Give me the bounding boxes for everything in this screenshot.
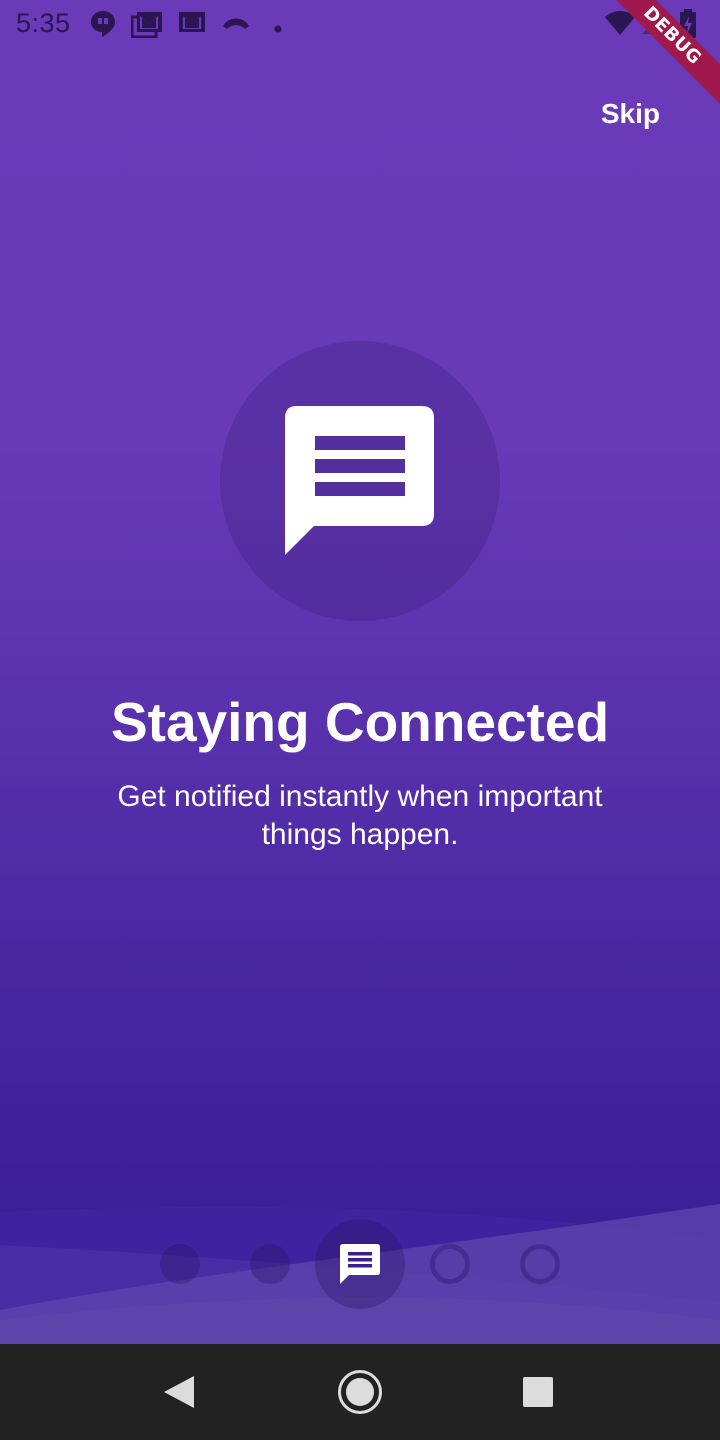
chat-message-icon	[340, 1244, 380, 1284]
skip-button[interactable]: Skip	[601, 98, 660, 130]
back-icon[interactable]	[162, 1374, 196, 1415]
page-title: Staying Connected	[110, 691, 610, 753]
page-dot-4[interactable]	[430, 1244, 470, 1284]
page-dot-1[interactable]	[160, 1244, 200, 1284]
gmail-stack-icon	[130, 10, 163, 43]
hangouts-icon	[90, 10, 116, 43]
system-nav-bar	[0, 1344, 720, 1440]
gmail-icon	[178, 10, 206, 39]
status-time: 5:35	[16, 8, 71, 38]
page-dot-3-active[interactable]	[315, 1219, 405, 1309]
home-icon[interactable]	[337, 1369, 383, 1420]
dot-icon	[274, 20, 282, 38]
page-indicator	[0, 1218, 720, 1310]
status-bar: 5:35	[0, 0, 720, 48]
page-dot-2[interactable]	[250, 1244, 290, 1284]
missed-call-icon	[221, 14, 251, 39]
chat-message-icon	[282, 403, 438, 559]
page-dot-5[interactable]	[520, 1244, 560, 1284]
page-subtitle: Get notified instantly when important th…	[117, 780, 603, 851]
onboarding-screen: 5:35 DEBUG Skip Staying Connected Get no…	[0, 0, 720, 1440]
recents-icon[interactable]	[523, 1377, 553, 1412]
